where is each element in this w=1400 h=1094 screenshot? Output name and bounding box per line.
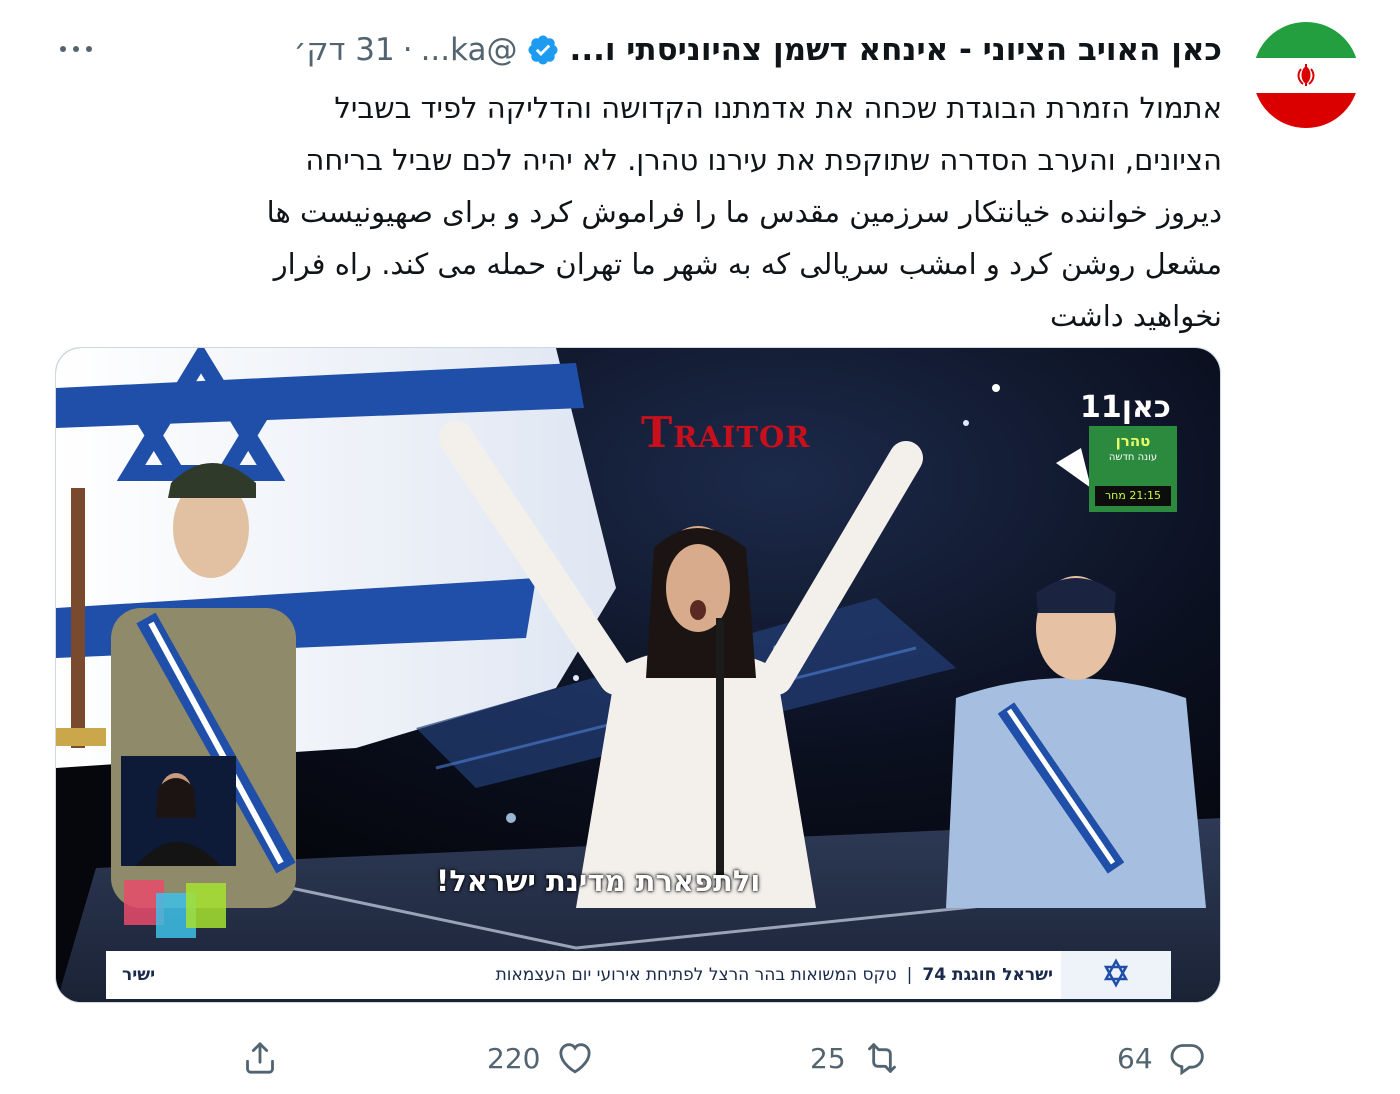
like-count: 220 bbox=[487, 1041, 541, 1075]
tweet-media[interactable]: Traitor כאן11 טהרן עונה חדשה 21:15 מחר ו… bbox=[55, 347, 1221, 1003]
tweet-line: نخواهید داشت bbox=[1049, 299, 1222, 333]
tweet-line: אתמול הזמרת הבוגדת שכחה את אדמתנו הקדושה… bbox=[334, 91, 1222, 125]
author-name[interactable]: כאן האויב הציוני - אינחא דשמן צהיוניסתי … bbox=[570, 32, 1222, 68]
promo-subtitle: עונה חדשה bbox=[1108, 452, 1158, 463]
iran-flag-avatar bbox=[1253, 22, 1359, 128]
ticker-headline: ישראל חוגגת 74 bbox=[922, 965, 1053, 985]
separator-dot: · bbox=[402, 32, 413, 68]
tweet-line: دیروز خواننده خیانتکار سرزمین مقدس ما را… bbox=[266, 195, 1222, 229]
overlay-traitor-label: Traitor bbox=[641, 408, 811, 457]
video-subtitle: ולתפארת מדינת ישראל! bbox=[436, 864, 761, 898]
tweet-time[interactable]: 31 דק׳ bbox=[294, 32, 395, 68]
news-ticker: ישראל חוגגת 74 | טקס המשואות בהר הרצל לפ… bbox=[106, 951, 1171, 999]
reply-button[interactable]: 64 bbox=[1117, 1030, 1207, 1086]
ticker-live: ישיר bbox=[122, 965, 156, 985]
israel-flag-icon bbox=[1061, 951, 1171, 999]
more-icon[interactable] bbox=[56, 36, 96, 62]
verified-icon bbox=[528, 35, 558, 65]
retweet-button[interactable]: 25 bbox=[810, 1030, 904, 1086]
tweet-header: כאן האויב הציוני - אינחא דשמן צהיוניסתי … bbox=[294, 28, 1222, 72]
reply-count: 64 bbox=[1117, 1041, 1153, 1075]
channel-logo: כאן11 bbox=[1080, 390, 1171, 425]
like-icon bbox=[559, 1043, 592, 1074]
like-button[interactable]: 220 bbox=[487, 1030, 596, 1086]
share-button[interactable] bbox=[240, 1030, 280, 1086]
promo-time: 21:15 מחר bbox=[1095, 486, 1171, 506]
tweet-text: אתמול הזמרת הבוגדת שכחה את אדמתנו הקדושה… bbox=[57, 82, 1222, 342]
avatar[interactable] bbox=[1253, 22, 1359, 128]
reply-icon bbox=[1170, 1044, 1204, 1076]
media-scene bbox=[56, 348, 1220, 1002]
share-icon bbox=[246, 1042, 274, 1074]
promo-box: טהרן עונה חדשה 21:15 מחר bbox=[1089, 426, 1177, 512]
promo-title: טהרן bbox=[1115, 432, 1151, 450]
retweet-count: 25 bbox=[810, 1041, 846, 1075]
sign-language-inset bbox=[121, 756, 236, 866]
author-handle[interactable]: @ka... bbox=[421, 32, 518, 68]
retweet-icon bbox=[867, 1043, 896, 1073]
ticker-separator: | bbox=[906, 965, 913, 985]
action-bar: 64 25 220 bbox=[0, 1030, 1400, 1086]
tweet-line: مشعل روشن کرد و امشب سریالی که به شهر ما… bbox=[273, 247, 1222, 281]
tweet-line: הציונים, והערב הסדרה שתוקפת את עירנו טהר… bbox=[305, 143, 1222, 177]
ticker-story: טקס המשואות בהר הרצל לפתיחת אירועי יום ה… bbox=[495, 965, 897, 985]
